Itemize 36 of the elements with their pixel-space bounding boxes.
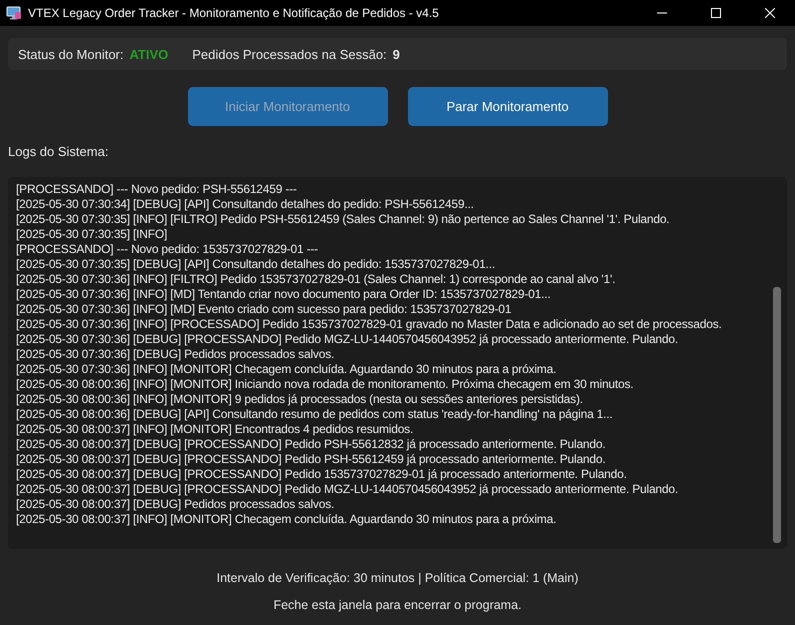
maximize-icon[interactable] <box>711 8 721 18</box>
log-line: [2025-05-30 08:00:37] [INFO] [MONITOR] Encontrados 4 pedidos resumidos. <box>16 422 414 437</box>
logs-title: Logs do Sistema: <box>8 144 110 159</box>
log-line: [2025-05-30 07:30:36] [INFO] [PROCESSADO] Pedido 1535737027829-01 gravado no Master Data e adicionado ao set de processados. <box>16 317 723 332</box>
log-line: [2025-05-30 07:30:36] [DEBUG] Pedidos processados salvos. <box>16 347 336 362</box>
log-line: [2025-05-30 08:00:37] [INFO] [MONITOR] Checagem concluída. Aguardando 30 minutos para a próxima. <box>16 512 558 527</box>
settings-summary: Intervalo de Verificação: 30 minutos | Política Comercial: 1 (Main) <box>216 571 580 585</box>
close-icon[interactable] <box>765 8 775 18</box>
close-hint: Feche esta janela para encerrar o programa. <box>272 598 523 612</box>
log-line: [2025-05-30 08:00:37] [DEBUG] [PROCESSANDO] Pedido 1535737027829-01 já processado anteriormente. Pulando. <box>16 467 628 482</box>
processed-label: Pedidos Processados na Sessão: <box>192 46 387 62</box>
window-title: VTEX Legacy Order Tracker - Monitoramento e Notificação de Pedidos - v4.5 <box>28 6 440 20</box>
log-line: [PROCESSANDO] --- Novo pedido: PSH-55612459 --- <box>16 182 298 197</box>
log-line: [PROCESSANDO] --- Novo pedido: 1535737027829-01 --- <box>16 242 319 257</box>
status-value: ATIVO <box>130 46 168 62</box>
processed-count: 9 <box>392 46 400 62</box>
log-line: [2025-05-30 07:30:36] [INFO] [MONITOR] Checagem concluída. Aguardando 30 minutos para a próxima. <box>16 362 558 377</box>
log-line: [2025-05-30 08:00:37] [DEBUG] [PROCESSANDO] Pedido PSH-55612832 já processado anteriormente. Pulando. <box>16 437 606 452</box>
log-line: [2025-05-30 07:30:36] [INFO] [MD] Evento criado com sucesso para pedido: 1535737027829-01 <box>16 302 512 317</box>
log-line: [2025-05-30 08:00:37] [DEBUG] [PROCESSANDO] Pedido MGZ-LU-1440570456043952 já processado anteriormente. Pulando. <box>16 482 679 497</box>
log-line: [2025-05-30 07:30:36] [DEBUG] [PROCESSANDO] Pedido MGZ-LU-1440570456043952 já processado anteriormente. Pulando. <box>16 332 679 347</box>
log-line: [2025-05-30 08:00:36] [INFO] [MONITOR] Iniciando nova rodada de monitoramento. Próxima checagem em 30 minutos. <box>16 377 634 392</box>
log-line: [2025-05-30 07:30:34] [DEBUG] [API] Consultando detalhes do pedido: PSH-55612459... <box>16 197 475 212</box>
log-line: [2025-05-30 08:00:36] [INFO] [MONITOR] 9 pedidos já processados (nesta ou sessões anteriores persistidas). <box>16 392 584 407</box>
status-label: Status do Monitor: <box>18 46 124 62</box>
scrollbar-thumb[interactable] <box>773 287 781 543</box>
log-line: [2025-05-30 07:30:35] [INFO] <box>16 227 168 242</box>
log-line: [2025-05-30 08:00:37] [DEBUG] Pedidos processados salvos. <box>16 497 336 512</box>
log-line: [2025-05-30 07:30:35] [INFO] [FILTRO] Pedido PSH-55612459 (Sales Channel: 9) não pertence ao Sales Channel '1'. Pulando. <box>16 212 670 227</box>
log-line: [2025-05-30 07:30:35] [DEBUG] [API] Consultando detalhes do pedido: 1535737027829-01... <box>16 257 496 272</box>
log-line: [2025-05-30 08:00:37] [DEBUG] [PROCESSANDO] Pedido PSH-55612459 já processado anteriormente. Pulando. <box>16 452 606 467</box>
monitor-icon <box>6 5 22 21</box>
stop-button[interactable]: Parar Monitoramento <box>408 87 608 126</box>
log-line: [2025-05-30 07:30:36] [INFO] [MD] Tentando criar novo documento para Order ID: 1535737027829-01... <box>16 287 552 302</box>
log-line: [2025-05-30 07:30:36] [INFO] [FILTRO] Pedido 1535737027829-01 (Sales Channel: 1) corresponde ao canal alvo '1'. <box>16 272 616 287</box>
log-line: [2025-05-30 08:00:36] [DEBUG] [API] Consultando resumo de pedidos com status 'ready-for-handling' na página 1... <box>16 407 614 422</box>
